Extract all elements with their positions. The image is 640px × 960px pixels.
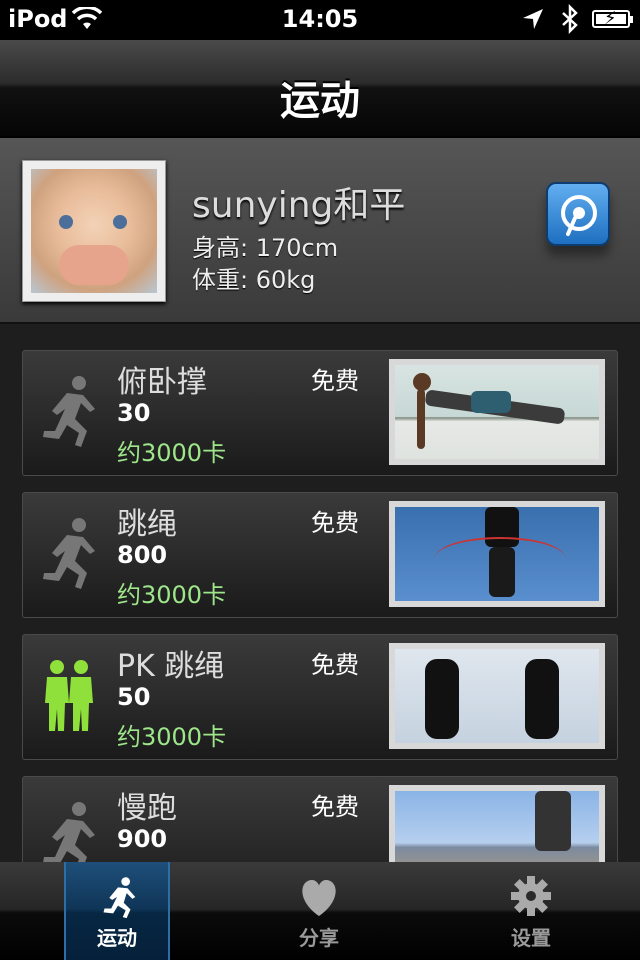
exercise-card-rope[interactable]: 跳绳 免费 800 约3000卡 (22, 492, 618, 618)
device-link-icon (561, 195, 597, 236)
profile-panel: sunying和平 身高: 170cm 体重: 60kg (0, 138, 640, 324)
user-name: sunying和平 (192, 185, 406, 226)
exercise-title: 跳绳 (117, 507, 177, 542)
runner-icon (43, 802, 95, 862)
exercise-title: 俯卧撑 (117, 365, 207, 400)
price-label: 免费 (311, 367, 359, 395)
status-bar: iPod 14:05 ⚡ (0, 0, 640, 40)
price-label: 免费 (311, 509, 359, 537)
tab-label: 设置 (511, 926, 551, 950)
avatar-photo (31, 169, 157, 293)
exercise-thumbnail (389, 785, 605, 862)
exercise-list[interactable]: 俯卧撑 免费 30 约3000卡 跳绳 免费 800 约3000卡 PK 跳绳 … (0, 324, 640, 862)
user-height: 身高: 170cm (192, 234, 339, 262)
tab-label: 运动 (97, 926, 137, 950)
tab-sport[interactable]: 运动 (64, 862, 170, 960)
exercise-card-pushup[interactable]: 俯卧撑 免费 30 约3000卡 (22, 350, 618, 476)
page-title: 运动 (280, 78, 360, 124)
runner-icon (43, 518, 95, 589)
exercise-thumbnail (389, 501, 605, 607)
price-label: 免费 (311, 651, 359, 679)
exercise-thumbnail (389, 643, 605, 749)
exercise-count: 50 (117, 683, 151, 711)
exercise-count: 800 (117, 541, 168, 569)
battery-icon: ⚡ (592, 8, 633, 29)
runner-icon (43, 376, 95, 447)
nav-bar: 运动 (0, 40, 640, 138)
calories-label: 约3000卡 (117, 439, 227, 467)
tab-settings[interactable]: 设置 (478, 862, 584, 960)
price-label: 免费 (311, 793, 359, 821)
tab-label: 分享 (299, 926, 339, 950)
tab-bar: 运动 分享 设置 (0, 862, 640, 960)
exercise-card-pk-rope[interactable]: PK 跳绳 免费 50 约3000卡 (22, 634, 618, 760)
pk-players-icon (45, 660, 93, 731)
status-time: 14:05 (281, 5, 359, 33)
heart-icon (302, 880, 336, 916)
calories-label: 约3000卡 (117, 723, 227, 751)
gear-icon (511, 876, 551, 916)
location-icon (522, 8, 544, 36)
exercise-title: PK 跳绳 (117, 649, 225, 684)
exercise-count: 30 (117, 399, 151, 427)
exercise-title: 慢跑 (117, 791, 177, 826)
calories-label: 约3000卡 (117, 581, 227, 609)
exercise-card-jog[interactable]: 慢跑 免费 900 (22, 776, 618, 862)
avatar[interactable] (22, 160, 166, 302)
tab-share[interactable]: 分享 (266, 862, 372, 960)
user-weight: 体重: 60kg (192, 266, 316, 294)
bluetooth-icon (560, 3, 580, 41)
runner-icon (103, 877, 136, 918)
device-connect-button[interactable] (546, 182, 610, 246)
exercise-count: 900 (117, 825, 168, 853)
exercise-thumbnail (389, 359, 605, 465)
